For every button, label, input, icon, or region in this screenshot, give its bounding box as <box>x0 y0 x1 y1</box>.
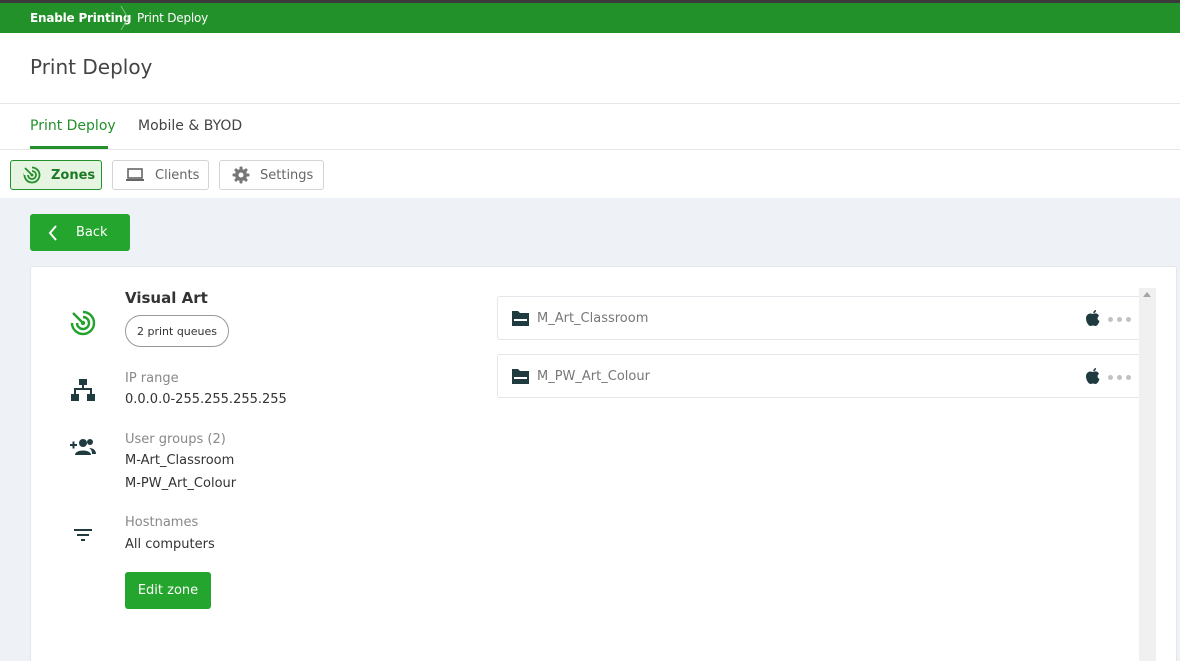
tab-mobile-byod[interactable]: Mobile & BYOD <box>138 118 242 134</box>
clients-label: Clients <box>155 167 200 183</box>
user-group-item: M-Art_Classroom <box>125 453 235 468</box>
back-label: Back <box>76 225 108 240</box>
apple-icon <box>1086 310 1100 326</box>
add-group-icon <box>70 439 96 455</box>
zone-icon <box>70 310 96 336</box>
print-queue-row[interactable]: M_Art_Classroom <box>497 296 1140 340</box>
breadcrumb: Enable Printing Print Deploy <box>0 0 1180 33</box>
more-options-icon[interactable] <box>1108 317 1131 322</box>
zones-icon <box>23 166 41 184</box>
breadcrumb-item-print-deploy[interactable]: Print Deploy <box>137 11 208 25</box>
filter-icon <box>74 529 92 541</box>
laptop-icon <box>126 168 144 181</box>
apple-icon <box>1086 368 1100 384</box>
print-queue-name: M_Art_Classroom <box>537 310 649 326</box>
print-queue-row[interactable]: M_PW_Art_Colour <box>497 354 1140 398</box>
settings-button[interactable]: Settings <box>219 160 324 190</box>
settings-label: Settings <box>260 167 314 183</box>
zones-button[interactable]: Zones <box>10 160 102 190</box>
print-queue-icon <box>512 369 529 384</box>
tab-print-deploy[interactable]: Print Deploy <box>30 118 116 134</box>
hostnames-value: All computers <box>125 537 215 552</box>
breadcrumb-separator-icon <box>120 5 129 31</box>
scroll-up-arrow-icon[interactable] <box>1143 292 1151 297</box>
back-button[interactable]: Back <box>30 214 130 251</box>
breadcrumb-item-enable-printing[interactable]: Enable Printing <box>30 11 131 25</box>
user-group-item: M-PW_Art_Colour <box>125 476 237 491</box>
zones-label: Zones <box>51 167 96 183</box>
ip-range-label: IP range <box>125 371 179 386</box>
hostnames-label: Hostnames <box>125 515 199 530</box>
network-icon <box>71 379 95 401</box>
divider <box>0 149 1180 150</box>
zone-name: Visual Art <box>125 289 208 307</box>
user-groups-label: User groups (2) <box>125 432 226 447</box>
divider <box>0 103 1180 104</box>
gear-icon <box>232 166 250 184</box>
more-options-icon[interactable] <box>1108 375 1131 380</box>
ip-range-value: 0.0.0.0-255.255.255.255 <box>125 392 287 407</box>
chevron-left-icon <box>48 224 57 241</box>
scrollbar[interactable] <box>1139 288 1156 661</box>
print-queue-name: M_PW_Art_Colour <box>537 368 650 384</box>
page-title: Print Deploy <box>30 55 153 79</box>
print-queue-icon <box>512 311 529 326</box>
clients-button[interactable]: Clients <box>112 160 209 190</box>
print-queue-count-badge[interactable]: 2 print queues <box>125 315 229 347</box>
edit-zone-button[interactable]: Edit zone <box>125 572 211 609</box>
